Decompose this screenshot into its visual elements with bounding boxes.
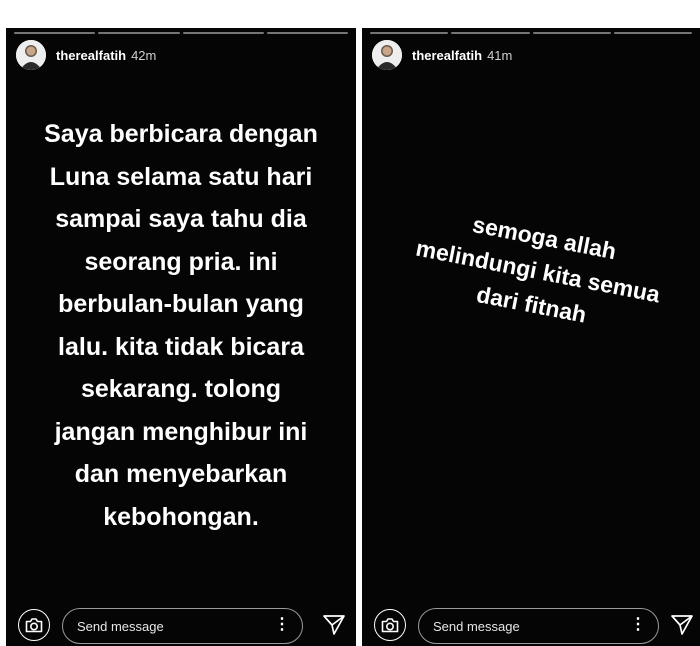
avatar[interactable] [372,40,402,70]
more-options-icon[interactable]: ⋮ [630,615,646,635]
story-header: therealfatih 41m [372,38,512,72]
story-panel-left[interactable]: therealfatih 42m Saya berbicara dengan L… [6,28,356,646]
story-text-line: sekarang. tolong [80,375,282,403]
story-panel-right[interactable]: therealfatih 41m semoga allah melindungi… [362,28,700,646]
story-timestamp: 41m [487,47,513,63]
camera-icon[interactable] [374,609,406,641]
story-text-line: berbulan-bulan yang [58,290,304,318]
story-text-line: jangan menghibur ini [54,417,308,446]
story-text-line: Luna selama satu hari [49,162,313,191]
story-text: semoga allah melindungi kita semua dari … [371,190,700,351]
story-text-line: sampai saya tahu dia [55,205,307,233]
story-text-line: seorang pria. ini [84,247,278,276]
story-text-line: kebohongan. [103,502,259,531]
story-username[interactable]: therealfatih [412,48,482,63]
story-text-line: Saya berbicara dengan [44,120,318,148]
story-text-line: dan menyebarkan [74,460,288,488]
send-message-input[interactable]: Send message ⋮ [418,608,659,644]
direct-share-icon[interactable] [322,613,346,637]
story-progress-bar [14,32,348,34]
send-message-placeholder: Send message [433,619,520,634]
story-username[interactable]: therealfatih [56,48,126,63]
story-header: therealfatih 42m [16,38,156,72]
story-text-line: lalu. kita tidak bicara [58,332,304,361]
send-message-input[interactable]: Send message ⋮ [62,608,303,644]
more-options-icon[interactable]: ⋮ [274,615,290,635]
send-message-placeholder: Send message [77,619,164,634]
direct-share-icon[interactable] [670,613,694,637]
camera-icon[interactable] [18,609,50,641]
story-timestamp: 42m [131,47,157,63]
story-progress-bar [370,32,692,34]
story-footer: Send message ⋮ [6,600,356,646]
story-footer: Send message ⋮ [362,600,700,646]
story-text: Saya berbicara dengan Luna selama satu h… [6,113,356,538]
avatar[interactable] [16,40,46,70]
